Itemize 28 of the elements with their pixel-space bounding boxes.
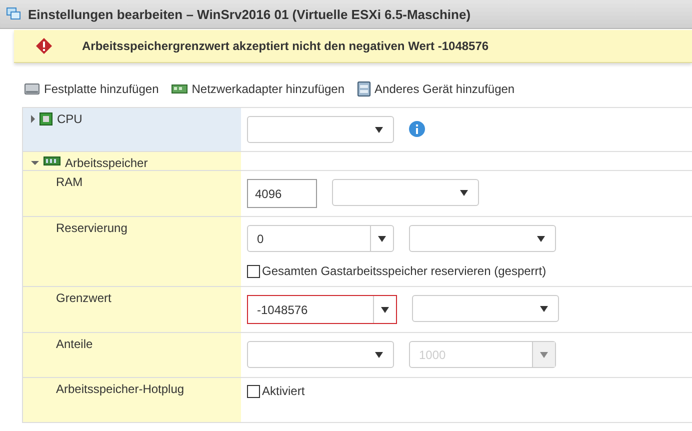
setting-label: Grenzwert [56, 291, 112, 305]
input-field[interactable]: 4096 [247, 179, 317, 208]
collapse-icon[interactable] [31, 161, 39, 165]
memory-module-icon [43, 156, 61, 167]
checkbox-label: Gesamten Gastarbeitsspeicher reservieren (gesperrt) [262, 264, 546, 278]
error-icon [36, 38, 52, 54]
toolbar-button[interactable]: Anderes Gerät hinzufügen [356, 79, 515, 99]
device-icon [356, 81, 371, 97]
window-title: Einstellungen bearbeiten – WinSrv2016 01 (Virtuelle ESXi 6.5-Maschine) [28, 6, 471, 22]
error-message: Arbeitsspeichergrenzwert akzeptiert nicht den negativen Wert -1048576 [82, 39, 489, 53]
vm-icon [6, 7, 22, 21]
combo-box[interactable]: 0 [247, 225, 394, 252]
checkbox[interactable] [247, 384, 260, 398]
checkbox[interactable] [247, 264, 260, 278]
chip-icon [39, 112, 53, 126]
setting-label: Arbeitsspeicher-Hotplug [56, 382, 184, 396]
info-icon[interactable] [409, 121, 425, 137]
combo-box[interactable]: -1048576 [247, 295, 397, 324]
expand-icon[interactable] [31, 115, 35, 123]
section-label: CPU [57, 112, 82, 126]
setting-label: Reservierung [56, 221, 128, 235]
section-label: Arbeitsspeicher [65, 156, 148, 170]
setting-label: Anteile [56, 337, 93, 351]
toolbar-button[interactable]: Festplatte hinzufügen [24, 79, 159, 99]
checkbox-label: Aktiviert [262, 384, 305, 398]
toolbar-button[interactable]: Netzwerkadapter hinzufügen [170, 79, 345, 99]
network-card-icon [170, 83, 188, 95]
setting-label: RAM [56, 175, 83, 189]
